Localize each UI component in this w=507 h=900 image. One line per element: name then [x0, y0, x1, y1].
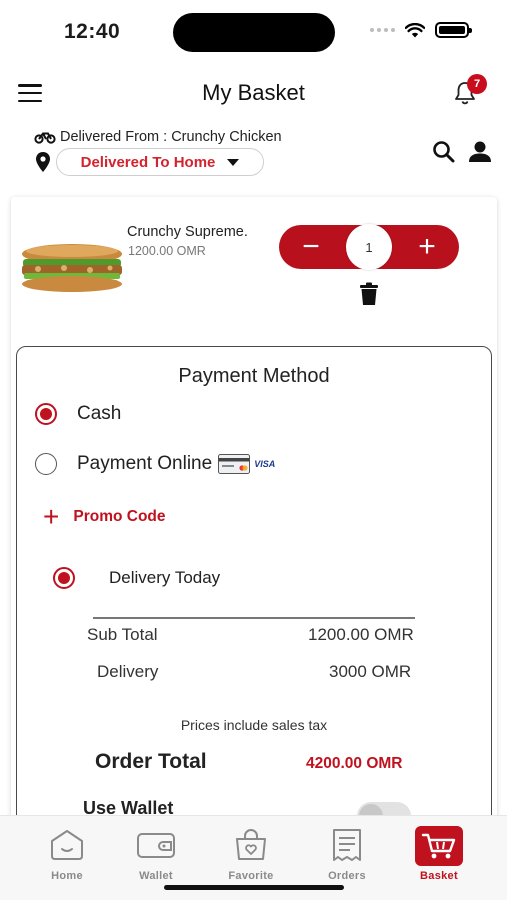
delivered-from-label: Delivered From : Crunchy Chicken — [60, 129, 282, 145]
payment-option-cash[interactable]: Cash — [35, 403, 121, 425]
favorite-bag-icon — [231, 826, 271, 864]
delivered-to: Delivered To Home — [36, 148, 264, 176]
delivery-today-label: Delivery Today — [109, 568, 221, 587]
increase-quantity-button[interactable]: + — [395, 225, 459, 269]
basket-card: Crunchy Supreme. 1200.00 OMR − 1 + Payme… — [11, 197, 497, 866]
order-total-value: 4200.00 OMR — [306, 755, 403, 772]
tab-favorite-label: Favorite — [228, 870, 274, 882]
wallet-icon — [136, 826, 176, 864]
visa-logo: VISA — [254, 459, 276, 469]
tab-home[interactable]: Home — [27, 826, 107, 888]
tab-basket[interactable]: Basket — [399, 826, 479, 888]
wifi-icon — [405, 22, 425, 37]
notifications-button[interactable]: 7 — [453, 74, 487, 110]
notification-badge: 7 — [467, 74, 487, 94]
online-payment-radio[interactable] — [35, 453, 57, 475]
subtotal-label: Sub Total — [87, 625, 158, 644]
tab-home-label: Home — [51, 870, 83, 882]
delivery-address-dropdown[interactable]: Delivered To Home — [56, 148, 264, 176]
tab-orders-label: Orders — [328, 870, 366, 882]
product-image — [20, 242, 124, 294]
battery-icon — [435, 22, 472, 38]
status-bar: 12:40 — [0, 0, 507, 62]
delivery-fee-label: Delivery — [97, 662, 159, 681]
tab-wallet-label: Wallet — [139, 870, 173, 882]
payment-section: Payment Method Cash Payment Online VISA … — [16, 346, 492, 866]
dynamic-island — [173, 13, 335, 52]
tab-wallet[interactable]: Wallet — [116, 826, 196, 888]
tab-favorite[interactable]: Favorite — [211, 826, 291, 888]
promo-code-label: Promo Code — [73, 508, 166, 525]
chevron-down-icon — [227, 158, 240, 166]
tax-note: Prices include sales tax — [180, 717, 328, 733]
profile-button[interactable] — [467, 139, 493, 165]
delivery-today-radio[interactable] — [53, 567, 75, 589]
credit-card-icon — [218, 454, 251, 474]
product-price: 1200.00 OMR — [128, 244, 206, 258]
tab-basket-label: Basket — [420, 870, 458, 882]
tab-orders[interactable]: Orders — [307, 826, 387, 888]
signal-icon — [370, 28, 395, 32]
motorbike-icon — [34, 132, 56, 144]
promo-code-button[interactable]: + Promo Code — [43, 503, 166, 531]
remove-item-button[interactable] — [358, 282, 380, 306]
search-icon — [433, 141, 455, 163]
delivery-fee-value: 3000 OMR — [329, 662, 412, 681]
product-name: Crunchy Supreme. — [127, 224, 248, 240]
payment-method-title: Payment Method — [178, 365, 330, 387]
plus-icon: + — [43, 501, 60, 532]
summary-divider — [93, 617, 415, 619]
status-time: 12:40 — [64, 20, 121, 43]
cash-radio[interactable] — [35, 403, 57, 425]
trash-icon — [360, 282, 378, 305]
search-button[interactable] — [431, 139, 457, 165]
quantity-value: 1 — [346, 224, 392, 270]
home-indicator — [164, 885, 344, 890]
delivered-from: Delivered From : Crunchy Chicken — [34, 129, 282, 145]
user-icon — [469, 141, 491, 162]
delivery-address-value: Delivered To Home — [80, 153, 216, 171]
header: My Basket 7 — [0, 72, 507, 116]
basket-icon — [415, 826, 463, 866]
orders-icon — [327, 826, 367, 864]
order-total-label: Order Total — [95, 750, 207, 773]
cash-label: Cash — [77, 403, 122, 424]
decrease-quantity-button[interactable]: − — [279, 225, 343, 269]
quantity-stepper: − 1 + — [279, 224, 459, 270]
delivery-today-option[interactable]: Delivery Today — [53, 567, 220, 589]
subtotal-value: 1200.00 OMR — [308, 625, 414, 644]
location-pin-icon — [36, 152, 50, 172]
online-payment-label: Payment Online — [77, 453, 213, 474]
page-title: My Basket — [202, 80, 305, 105]
status-icons — [370, 22, 472, 38]
home-icon — [47, 826, 87, 864]
payment-option-online[interactable]: Payment Online VISA — [35, 453, 275, 475]
